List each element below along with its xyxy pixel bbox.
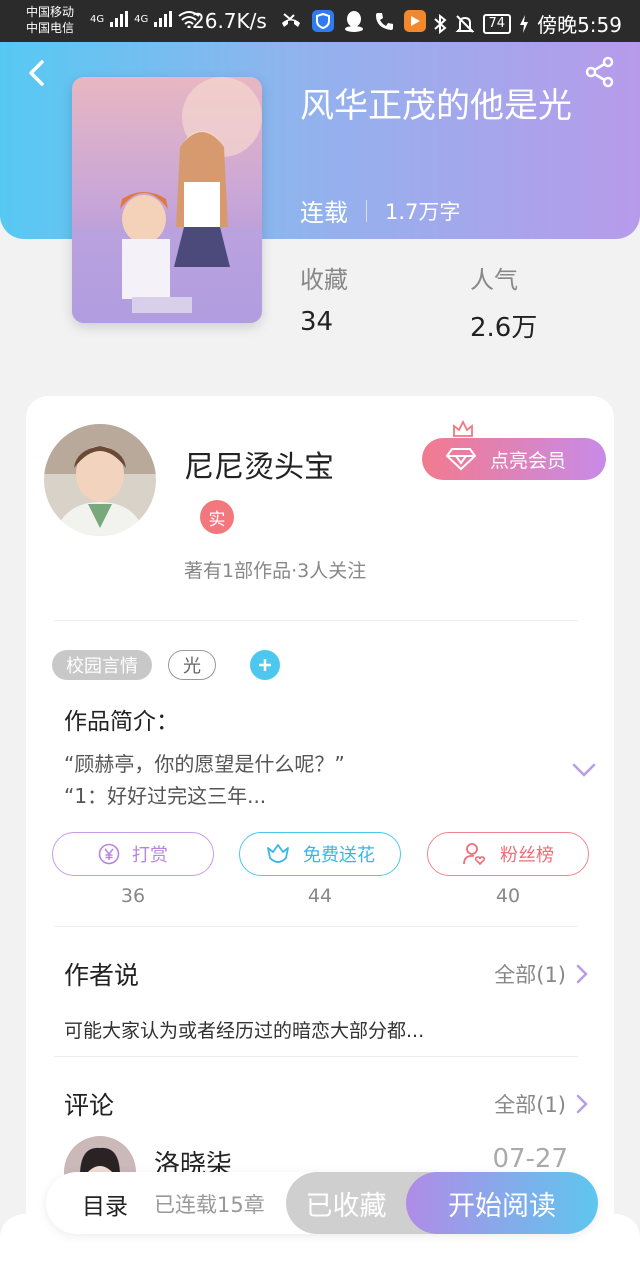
video-app-icon bbox=[404, 10, 426, 32]
qq-icon bbox=[345, 11, 363, 32]
add-tag-button[interactable] bbox=[250, 650, 280, 680]
author-says-more-link[interactable]: 全部(1) bbox=[494, 959, 588, 989]
vip-button-label: 点亮会员 bbox=[490, 449, 567, 472]
carrier-2: 中国电信 bbox=[26, 21, 75, 35]
book-info-card: 尼尼烫头宝 点亮会员 实 著有1部作品·3人关注 校园言情 光 作品简介： “顾… bbox=[26, 396, 614, 1280]
fan-user-icon bbox=[463, 843, 486, 866]
bottom-action-bar: 目录 已连载15章 已收藏 开始阅读 bbox=[46, 1172, 598, 1234]
network-speed: 26.7K/s bbox=[192, 9, 267, 33]
meta-divider bbox=[366, 199, 367, 222]
phone-icon bbox=[376, 13, 393, 30]
popularity-stat: 人气 2.6万 bbox=[470, 260, 537, 344]
popularity-value: 2.6万 bbox=[470, 313, 538, 343]
author-stats: 著有1部作品·3人关注 bbox=[184, 560, 367, 582]
chevron-left-icon bbox=[29, 60, 44, 86]
book-meta: 连载 1.7万字 bbox=[300, 193, 460, 228]
back-button[interactable] bbox=[22, 58, 52, 88]
plus-icon bbox=[259, 659, 271, 671]
comments-more-link[interactable]: 全部(1) bbox=[494, 1089, 588, 1119]
author-says-content[interactable]: 可能大家认为或者经历过的暗恋大部分都... bbox=[64, 1016, 424, 1043]
chapter-progress: 已连载15章 bbox=[154, 1193, 265, 1217]
favorites-stat: 收藏 34 bbox=[300, 260, 348, 337]
book-detail-page: 中国移动 中国电信 4G 4G 26.7K/s 74 傍晚5:59 风华正茂的他… bbox=[0, 0, 640, 1280]
reward-button[interactable]: 打赏 bbox=[52, 832, 214, 876]
tag-list: 校园言情 光 bbox=[52, 650, 280, 680]
flower-count: 44 bbox=[307, 885, 333, 907]
cover-illustration bbox=[72, 77, 262, 323]
signal-icon bbox=[154, 11, 173, 27]
vip-member-button[interactable]: 点亮会员 bbox=[422, 438, 606, 480]
book-cover[interactable] bbox=[72, 77, 262, 323]
signal-icon bbox=[110, 11, 129, 27]
shield-app-icon bbox=[312, 10, 334, 32]
comments-more-label: 全部(1) bbox=[494, 1093, 566, 1117]
reward-label: 打赏 bbox=[132, 845, 168, 866]
collected-label: 已收藏 bbox=[305, 1190, 387, 1222]
favorites-value: 34 bbox=[300, 307, 334, 337]
chevron-down-icon[interactable] bbox=[571, 762, 597, 778]
comments-title: 评论 bbox=[64, 1091, 115, 1120]
intro-title: 作品简介： bbox=[64, 709, 179, 735]
diamond-icon bbox=[446, 448, 476, 471]
network-type-2: 4G bbox=[134, 13, 149, 25]
divider bbox=[54, 1056, 578, 1057]
favorites-label: 收藏 bbox=[300, 266, 348, 294]
bluetooth-icon bbox=[433, 13, 447, 34]
tag-campus-romance[interactable]: 校园言情 bbox=[52, 650, 152, 680]
battery-level: 74 bbox=[482, 13, 512, 34]
comment-date: 07-27 bbox=[492, 1144, 568, 1174]
serial-status: 连载 bbox=[300, 199, 348, 227]
send-flower-button[interactable]: 免费送花 bbox=[239, 832, 401, 876]
carrier-info: 中国移动 中国电信 bbox=[26, 4, 74, 36]
book-title: 风华正茂的他是光 bbox=[300, 86, 572, 126]
verified-badge: 实 bbox=[200, 500, 234, 534]
intro-line-2: “1：好好过完这三年... bbox=[64, 784, 267, 808]
notification-icons bbox=[280, 10, 426, 32]
flower-icon bbox=[267, 844, 289, 863]
send-flower-label: 免费送花 bbox=[303, 845, 375, 866]
popularity-label: 人气 bbox=[470, 266, 518, 294]
chevron-right-icon bbox=[576, 1094, 588, 1114]
word-count: 1.7万字 bbox=[385, 199, 461, 224]
yuan-icon bbox=[98, 843, 120, 865]
missed-call-icon bbox=[282, 13, 300, 27]
mute-icon bbox=[455, 14, 474, 33]
chevron-right-icon bbox=[576, 964, 588, 984]
start-reading-button[interactable]: 开始阅读 bbox=[406, 1172, 598, 1234]
author-avatar[interactable] bbox=[44, 424, 156, 536]
fan-ranking-button[interactable]: 粉丝榜 bbox=[427, 832, 589, 876]
reward-count: 36 bbox=[120, 885, 146, 907]
avatar-photo bbox=[44, 424, 156, 536]
divider bbox=[54, 620, 578, 621]
clock: 傍晚5:59 bbox=[537, 13, 622, 37]
divider bbox=[54, 926, 578, 927]
author-says-title: 作者说 bbox=[64, 961, 140, 990]
author-name[interactable]: 尼尼烫头宝 bbox=[184, 442, 334, 486]
toc-button[interactable]: 目录 bbox=[82, 1187, 128, 1221]
status-bar: 中国移动 中国电信 4G 4G 26.7K/s 74 傍晚5:59 bbox=[0, 0, 640, 42]
crown-icon bbox=[453, 420, 473, 437]
start-reading-label: 开始阅读 bbox=[448, 1190, 556, 1222]
intro-text[interactable]: “顾赫亭，你的愿望是什么呢？” “1：好好过完这三年... bbox=[64, 748, 484, 812]
status-right: 74 傍晚5:59 bbox=[433, 9, 622, 38]
signal-group: 4G 4G bbox=[90, 10, 200, 28]
fan-count: 40 bbox=[495, 885, 521, 907]
fan-ranking-label: 粉丝榜 bbox=[500, 845, 554, 866]
author-says-more-label: 全部(1) bbox=[494, 963, 566, 987]
carrier-1: 中国移动 bbox=[26, 5, 75, 19]
intro-line-1: “顾赫亭，你的愿望是什么呢？” bbox=[64, 752, 345, 776]
network-type-1: 4G bbox=[90, 13, 105, 25]
charging-icon bbox=[520, 14, 529, 33]
tag-light[interactable]: 光 bbox=[168, 650, 216, 680]
